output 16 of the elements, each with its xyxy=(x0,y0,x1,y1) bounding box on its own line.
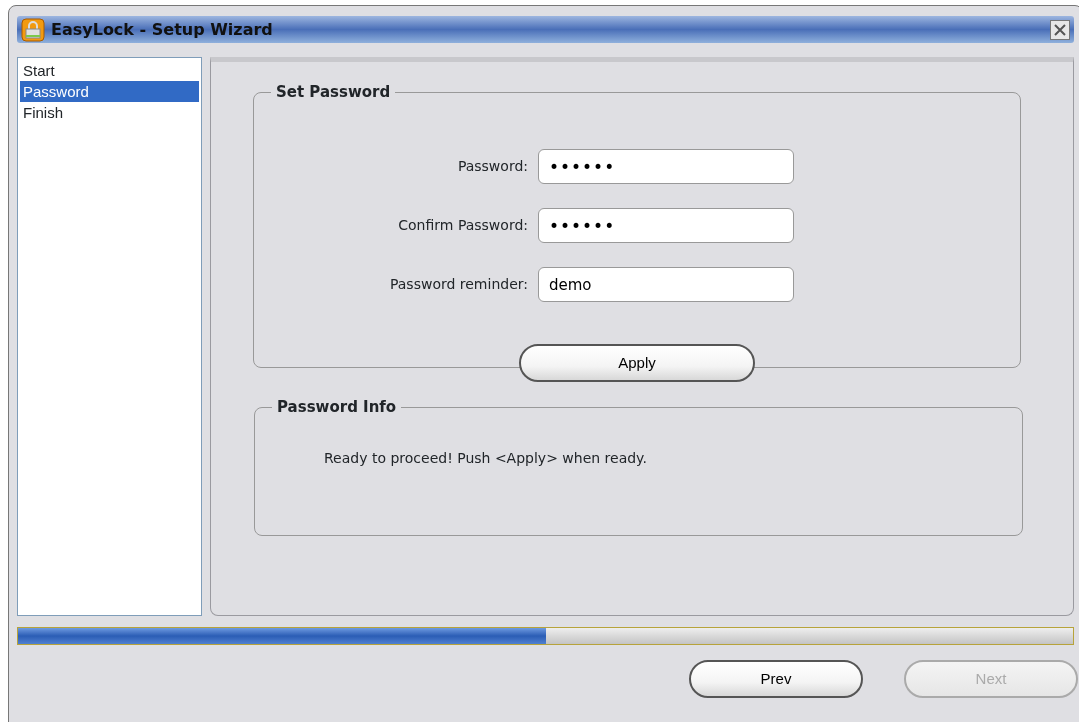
step-item[interactable]: Start xyxy=(20,60,199,81)
step-item[interactable]: Password xyxy=(20,81,199,102)
input-field[interactable]: •••••• xyxy=(538,208,794,243)
close-icon xyxy=(1053,22,1067,37)
padlock-icon xyxy=(21,17,45,42)
field-label: Password: xyxy=(456,157,528,176)
step-item[interactable]: Finish xyxy=(20,102,199,123)
input-field[interactable]: demo xyxy=(538,267,794,302)
field-label: Password reminder: xyxy=(388,275,528,294)
info-message: Ready to proceed! Push <Apply> when ready. xyxy=(323,449,648,468)
input-field[interactable]: •••••• xyxy=(538,149,794,184)
close-button[interactable] xyxy=(1050,19,1070,40)
nav-button[interactable]: Prev xyxy=(689,660,863,698)
apply-button[interactable]: Apply xyxy=(519,344,755,382)
window-title: EasyLock - Setup Wizard xyxy=(51,18,274,41)
field-label: Confirm Password: xyxy=(397,216,528,235)
